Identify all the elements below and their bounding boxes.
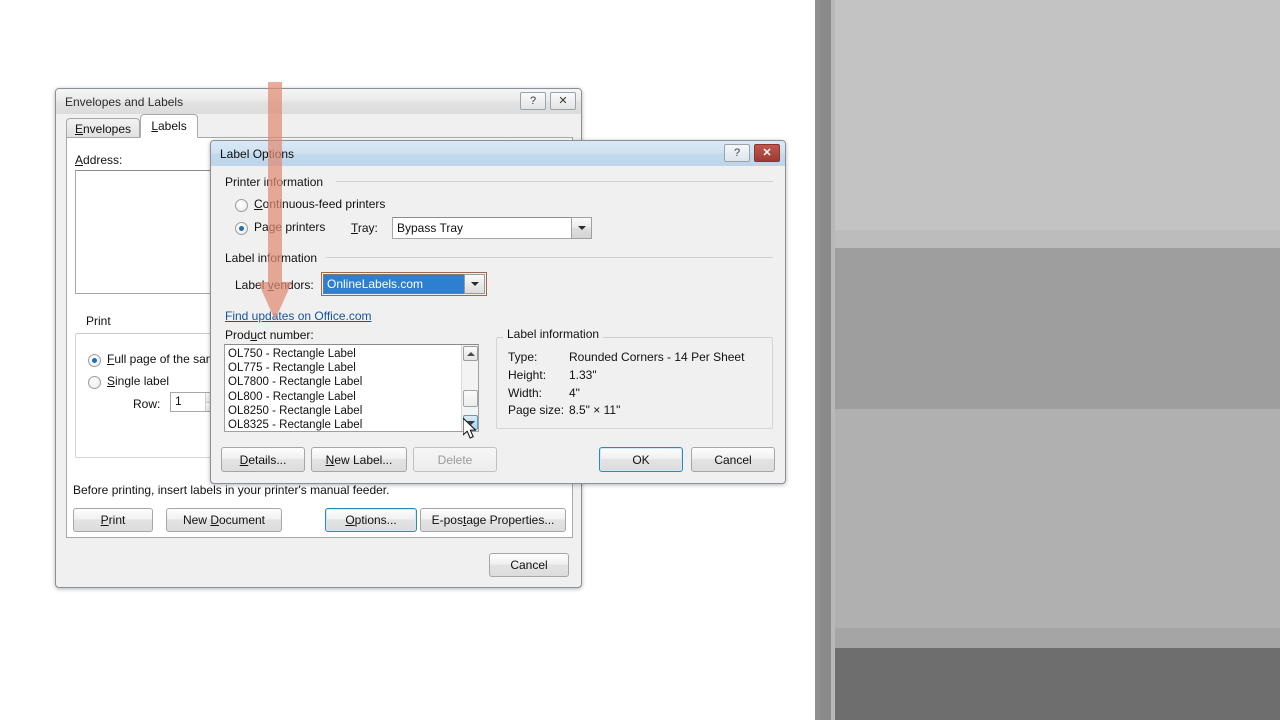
new-label-button-label: New Label... bbox=[325, 452, 393, 467]
list-item[interactable]: OL750 - Rectangle Label bbox=[228, 347, 460, 361]
row-label: Row: bbox=[133, 397, 161, 411]
envelopes-cancel-button-label: Cancel bbox=[510, 558, 548, 572]
radio-full-page[interactable] bbox=[88, 354, 101, 367]
chevron-down-icon[interactable] bbox=[464, 274, 485, 294]
background-panel-inner-edge bbox=[831, 0, 835, 720]
list-item[interactable]: OL800 - Rectangle Label bbox=[228, 390, 460, 404]
background-panel-second bbox=[820, 248, 1280, 409]
options-button[interactable]: Options... bbox=[325, 508, 417, 532]
mouse-pointer bbox=[463, 418, 477, 439]
tab-envelopes-label: Envelopes bbox=[74, 121, 132, 136]
tray-combobox[interactable]: Bypass Tray bbox=[392, 217, 592, 239]
product-number-listbox[interactable]: OL750 - Rectangle Label OL775 - Rectangl… bbox=[224, 344, 479, 432]
chevron-down-icon[interactable] bbox=[571, 217, 592, 239]
radio-page-printers[interactable] bbox=[235, 222, 248, 235]
radio-single-label-label: Single label bbox=[107, 374, 170, 388]
tray-label: Tray: bbox=[351, 221, 378, 235]
close-icon[interactable]: ✕ bbox=[550, 92, 576, 110]
label-information-group-title: Label information bbox=[225, 251, 318, 265]
background-panel-top bbox=[820, 0, 1280, 248]
e-postage-properties-button[interactable]: E-postage Properties... bbox=[420, 508, 566, 532]
product-number-items: OL750 - Rectangle Label OL775 - Rectangl… bbox=[225, 345, 460, 431]
background-panel-third bbox=[820, 409, 1280, 648]
details-button-label: Details... bbox=[239, 452, 287, 467]
envelopes-cancel-button[interactable]: Cancel bbox=[489, 553, 569, 577]
radio-continuous-feed-printers[interactable] bbox=[235, 199, 248, 212]
label-options-cancel-button-label: Cancel bbox=[714, 452, 752, 467]
label-vendors-combobox[interactable]: OnlineLabels.com bbox=[321, 272, 487, 296]
scroll-up-icon[interactable] bbox=[463, 346, 478, 361]
printer-information-group-title: Printer information bbox=[225, 175, 324, 189]
close-icon[interactable]: ✕ bbox=[754, 144, 780, 162]
label-vendors-combobox-value-wrap[interactable]: OnlineLabels.com bbox=[323, 274, 464, 294]
list-item[interactable]: OL8325 - Rectangle Label bbox=[228, 418, 460, 431]
label-information-separator bbox=[326, 257, 773, 258]
details-button[interactable]: Details... bbox=[221, 447, 305, 472]
new-document-button-label: New Document bbox=[182, 513, 266, 527]
label-info-height-value: 1.33" bbox=[569, 368, 597, 382]
label-options-cancel-button[interactable]: Cancel bbox=[691, 447, 775, 472]
help-icon[interactable]: ? bbox=[520, 92, 546, 110]
delete-button-label: Delete bbox=[437, 452, 473, 467]
label-options-title: Label Options bbox=[220, 146, 295, 161]
delete-button: Delete bbox=[413, 447, 497, 472]
print-button-label: Print bbox=[100, 513, 126, 527]
envelopes-dialog-title: Envelopes and Labels bbox=[65, 94, 184, 109]
label-info-pagesize-key: Page size: bbox=[508, 403, 565, 417]
printing-hint: Before printing, insert labels in your p… bbox=[73, 483, 390, 497]
label-information-panel-title: Label information bbox=[503, 327, 604, 341]
background-panel-seam-upper bbox=[835, 230, 1280, 248]
envelopes-titlebar-buttons: ? ✕ bbox=[520, 92, 576, 110]
tab-labels[interactable]: Labels bbox=[140, 114, 198, 138]
options-button-label: Options... bbox=[345, 513, 397, 527]
help-icon[interactable]: ? bbox=[724, 144, 750, 162]
label-info-type-key: Type: bbox=[508, 350, 538, 364]
printer-information-separator bbox=[336, 181, 773, 182]
list-item[interactable]: OL7800 - Rectangle Label bbox=[228, 375, 460, 389]
label-vendors-combobox-value: OnlineLabels.com bbox=[327, 277, 424, 291]
product-number-label: Product number: bbox=[225, 328, 314, 342]
tray-combobox-value[interactable]: Bypass Tray bbox=[392, 217, 571, 239]
radio-continuous-feed-printers-label: Continuous-feed printers bbox=[254, 197, 386, 211]
label-options-dialog: Label Options ? ✕ Printer information Co… bbox=[210, 140, 786, 484]
ok-button[interactable]: OK bbox=[599, 447, 683, 472]
ok-button-label: OK bbox=[632, 452, 650, 467]
background-panel-left-edge-inner bbox=[820, 0, 831, 720]
tab-envelopes[interactable]: Envelopes bbox=[66, 118, 140, 138]
print-group-title: Print bbox=[82, 314, 115, 328]
envelopes-tabstrip: Envelopes Labels bbox=[56, 114, 583, 138]
print-button[interactable]: Print bbox=[73, 508, 153, 532]
label-info-height-key: Height: bbox=[508, 368, 547, 382]
row-spinner-value[interactable]: 1 bbox=[171, 393, 205, 411]
label-info-type-value: Rounded Corners - 14 Per Sheet bbox=[569, 350, 745, 364]
label-info-width-key: Width: bbox=[508, 386, 543, 400]
label-vendors-label: Label vendors: bbox=[235, 278, 314, 292]
background-panel-bottom bbox=[820, 648, 1280, 720]
address-label: Address: bbox=[75, 153, 123, 167]
new-label-button[interactable]: New Label... bbox=[311, 447, 407, 472]
envelopes-dialog-titlebar[interactable]: Envelopes and Labels ? ✕ bbox=[56, 89, 581, 114]
label-options-titlebar-buttons: ? ✕ bbox=[724, 144, 780, 162]
scrollbar-thumb[interactable] bbox=[463, 390, 478, 407]
list-item[interactable]: OL775 - Rectangle Label bbox=[228, 361, 460, 375]
screen: Envelopes and Labels ? ✕ Envelopes Label… bbox=[0, 0, 1280, 720]
radio-single-label[interactable] bbox=[88, 376, 101, 389]
label-info-pagesize-value: 8.5" × 11" bbox=[569, 403, 621, 417]
label-info-width-value: 4" bbox=[569, 386, 580, 400]
new-document-button[interactable]: New Document bbox=[166, 508, 282, 532]
tab-labels-label: Labels bbox=[151, 119, 187, 133]
radio-page-printers-label: Page printers bbox=[254, 220, 326, 234]
find-updates-link[interactable]: Find updates on Office.com bbox=[225, 309, 372, 323]
label-options-titlebar[interactable]: Label Options ? ✕ bbox=[211, 141, 785, 166]
e-postage-properties-button-label: E-postage Properties... bbox=[431, 513, 555, 527]
background-panel-seam-lower bbox=[835, 628, 1280, 648]
list-item[interactable]: OL8250 - Rectangle Label bbox=[228, 404, 460, 418]
